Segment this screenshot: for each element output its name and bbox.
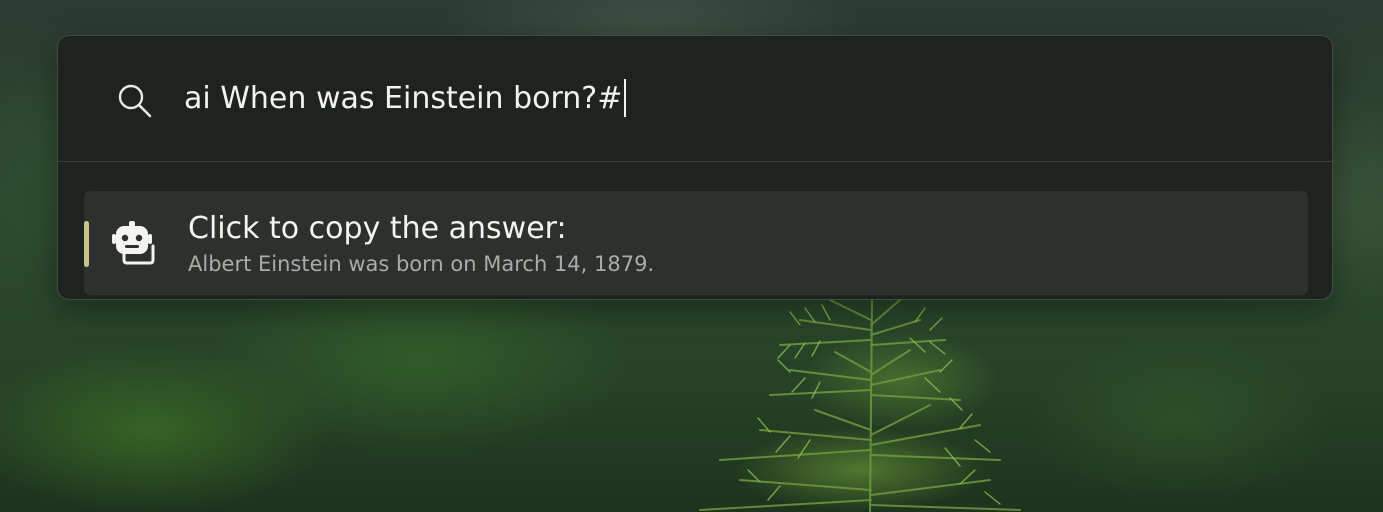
search-input[interactable]: ai When was Einstein born?# [184,76,1284,122]
search-bar: ai When was Einstein born?# [58,36,1332,162]
result-title: Click to copy the answer: [188,211,567,246]
launcher-window: ai When was Einstein born?# Click to cop… [57,35,1333,300]
ai-copy-icon [112,221,155,265]
text-caret [624,78,627,117]
result-subtitle: Albert Einstein was born on March 14, 18… [188,252,655,276]
search-query-text: ai When was Einstein born?# [184,81,623,116]
result-item[interactable]: Click to copy the answer: Albert Einstei… [84,191,1308,295]
desktop-background: ai When was Einstein born?# Click to cop… [0,0,1383,512]
search-icon [118,84,152,118]
selection-accent-bar [84,221,89,267]
